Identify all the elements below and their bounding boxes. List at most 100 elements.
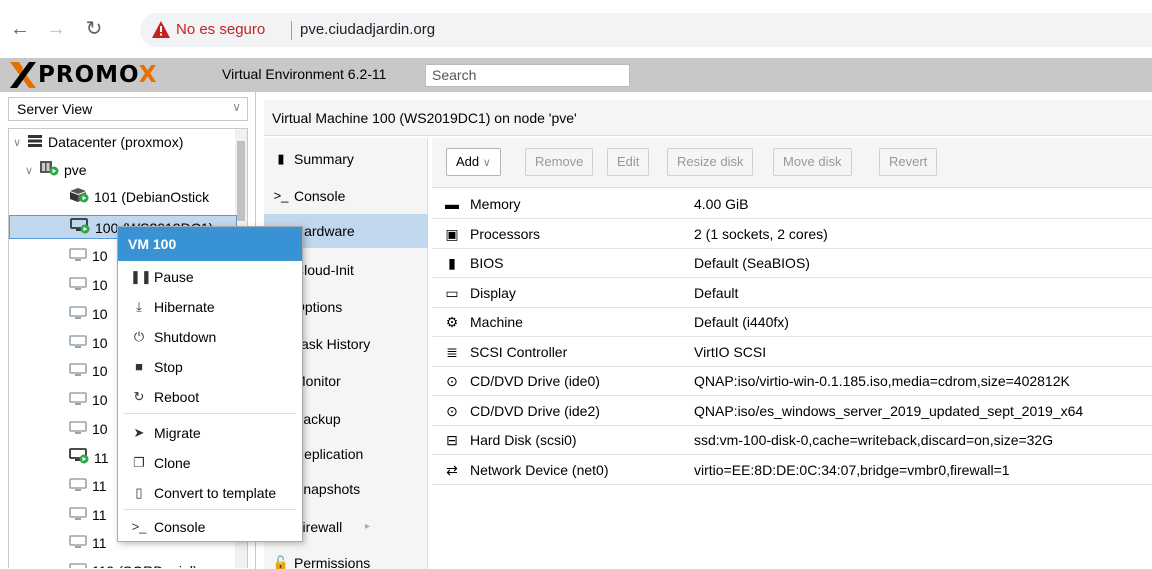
- vm-icon: [69, 418, 87, 442]
- menu-item-clone[interactable]: ❐ Clone: [118, 448, 302, 478]
- resize-disk-button[interactable]: Resize disk: [667, 148, 754, 176]
- subnav-label: Task History: [294, 336, 371, 352]
- menu-item-stop[interactable]: ■ Stop: [118, 352, 302, 382]
- vm-icon: [69, 389, 87, 413]
- menu-item-migrate[interactable]: ➤ Migrate: [118, 418, 302, 448]
- subnav-label: Replication: [294, 446, 364, 462]
- page-title: Virtual Machine 100 (WS2019DC1) on node …: [264, 100, 1152, 136]
- tree-item-node[interactable]: ∨ pve: [9, 158, 237, 182]
- menu-item-label: Hibernate: [154, 299, 215, 315]
- terminal-icon: >_: [131, 519, 147, 534]
- terminal-icon: >_: [273, 188, 289, 203]
- subnav-label: Hardware: [294, 223, 355, 239]
- hardware-value: ssd:vm-100-disk-0,cache=writeback,discar…: [694, 432, 1054, 448]
- move-disk-button[interactable]: Move disk: [773, 148, 852, 176]
- arrow-right-icon[interactable]: →: [44, 18, 68, 40]
- tree-item-label: 10: [92, 306, 108, 322]
- menu-item-reboot[interactable]: ↻ Reboot: [118, 382, 302, 412]
- security-status[interactable]: No es seguro: [176, 20, 265, 40]
- table-row[interactable]: ⇄ Network Device (net0) virtio=EE:8D:DE:0C…: [432, 456, 1152, 485]
- hardware-name: Network Device (net0): [470, 461, 609, 478]
- chevron-down-icon[interactable]: ∨: [25, 159, 37, 183]
- vm-icon: [69, 532, 87, 556]
- table-row[interactable]: ≣ SCSI Controller VirtIO SCSI: [432, 338, 1152, 367]
- vm-icon: [69, 560, 87, 568]
- tree-item-label: 101 (DebianOstick: [94, 189, 210, 205]
- menu-item-hibernate[interactable]: ⤓ Hibernate: [118, 292, 302, 322]
- menu-item-label: Shutdown: [154, 329, 217, 345]
- menu-item-shutdown[interactable]: ⏻ Shutdown: [118, 322, 302, 352]
- browser-toolbar: ← → ↻ No es seguro pve.ciudadjardin.org: [0, 0, 1152, 58]
- reload-icon[interactable]: ↻: [82, 18, 106, 40]
- hardware-value: Default: [694, 284, 739, 301]
- scrollbar-thumb[interactable]: [237, 141, 245, 221]
- revert-button[interactable]: Revert: [879, 148, 938, 176]
- remove-button[interactable]: Remove: [525, 148, 594, 176]
- hardware-name: CD/DVD Drive (ide2): [470, 402, 600, 419]
- address-bar[interactable]: No es seguro pve.ciudadjardin.org: [140, 13, 1152, 47]
- table-row[interactable]: ⊙ CD/DVD Drive (ide0) QNAP:iso/virtio-win-…: [432, 367, 1152, 396]
- logo-text-mo: MO: [95, 62, 139, 88]
- vm-icon: [69, 475, 87, 499]
- hardware-name: Memory: [470, 196, 521, 212]
- vm-icon: [69, 274, 87, 298]
- view-select[interactable]: Server View ∨: [8, 97, 248, 121]
- cdrom-icon: ⊙: [446, 373, 458, 389]
- table-row[interactable]: ▣ Processors 2 (1 sockets, 2 cores): [432, 220, 1152, 249]
- vm-running-icon: [69, 447, 89, 471]
- app-header: PROMOX Virtual Environment 6.2-11 Search: [0, 58, 1152, 92]
- tree-item-label: 11: [94, 450, 109, 466]
- hardware-name: Machine: [470, 314, 523, 330]
- table-row[interactable]: ▮ BIOS Default (SeaBIOS): [432, 249, 1152, 278]
- container-icon: [69, 186, 89, 210]
- vm-icon: [69, 360, 87, 384]
- warning-icon: [152, 21, 170, 38]
- power-icon: ⏻: [133, 329, 145, 344]
- stop-icon: ■: [135, 359, 143, 374]
- table-row[interactable]: ▭ Display Default: [432, 279, 1152, 308]
- cogs-icon: ⚙: [445, 314, 459, 330]
- download-icon: ⤓: [136, 299, 142, 314]
- logo-text-pro: PRO: [38, 62, 96, 88]
- unlock-icon: 🔓: [272, 555, 290, 569]
- hardware-toolbar: Add ∨ Remove Edit Resize disk Move disk …: [432, 138, 1152, 188]
- desktop-icon: ▭: [445, 284, 459, 301]
- logo-text-x: X: [138, 62, 158, 88]
- arrow-left-icon[interactable]: ←: [8, 18, 32, 40]
- tree-item-datacenter[interactable]: ∨ Datacenter (proxmox): [9, 130, 237, 154]
- menu-item-convert-to-template[interactable]: ▯ Convert to template: [118, 478, 302, 508]
- node-icon: [39, 159, 59, 183]
- subnav-console[interactable]: >_ Console: [264, 179, 428, 213]
- vm-icon: [69, 504, 87, 528]
- hardware-value: 4.00 GiB: [694, 196, 749, 212]
- menu-item-label: Reboot: [154, 389, 200, 405]
- table-row[interactable]: ▬ Memory 4.00 GiB: [432, 190, 1152, 219]
- hardware-name: BIOS: [470, 255, 504, 271]
- menu-item-label: Stop: [154, 359, 183, 375]
- menu-item-console[interactable]: >_ Console: [118, 512, 302, 542]
- subnav-permissions[interactable]: 🔓 Permissions: [264, 546, 428, 569]
- tree-item-vm[interactable]: 119 (SORDaniel): [9, 559, 237, 568]
- subnav-label: Console: [294, 188, 346, 204]
- table-row[interactable]: ⊙ CD/DVD Drive (ide2) QNAP:iso/es_windows_…: [432, 397, 1152, 426]
- url-text[interactable]: pve.ciudadjardin.org: [300, 20, 435, 40]
- tree-item-label: 10: [92, 335, 108, 351]
- hardware-value: virtio=EE:8D:DE:0C:34:07,bridge=vmbr0,fi…: [694, 461, 1010, 478]
- hardware-value: QNAP:iso/virtio-win-0.1.185.iso,media=cd…: [694, 373, 1070, 389]
- search-input[interactable]: Search: [425, 64, 630, 87]
- menu-item-pause[interactable]: ❚❚ Pause: [118, 262, 302, 292]
- database-icon: ≣: [446, 343, 458, 360]
- edit-button[interactable]: Edit: [607, 148, 650, 176]
- menu-separator: [124, 413, 296, 414]
- subnav-summary[interactable]: ▮ Summary: [264, 142, 428, 176]
- hardware-value: 2 (1 sockets, 2 cores): [694, 225, 828, 242]
- add-label: Add: [456, 154, 480, 169]
- add-button[interactable]: Add ∨: [446, 148, 501, 176]
- tree-item-vm[interactable]: 101 (DebianOstick: [9, 185, 237, 209]
- hardware-value: Default (SeaBIOS): [694, 255, 810, 271]
- table-row[interactable]: ⚙ Machine Default (i440fx): [432, 308, 1152, 337]
- microchip-icon: ▮: [448, 255, 456, 271]
- chevron-down-icon[interactable]: ∨: [13, 131, 25, 155]
- table-row[interactable]: ⊟ Hard Disk (scsi0) ssd:vm-100-disk-0,cach…: [432, 426, 1152, 455]
- vm-context-menu: VM 100 ❚❚ Pause ⤓ Hibernate ⏻ Shutdown ■ Stop ↻ R…: [117, 226, 303, 542]
